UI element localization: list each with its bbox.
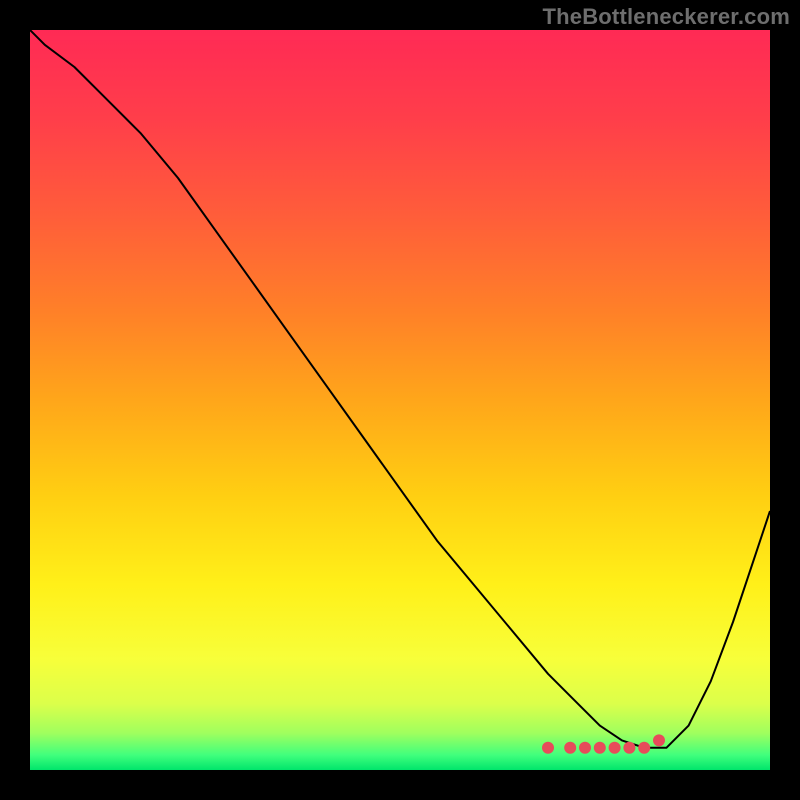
optimal-marker [623,742,635,754]
watermark-text: TheBottleneckerer.com [542,4,790,30]
optimal-marker [564,742,576,754]
optimal-marker [653,734,665,746]
optimal-marker [542,742,554,754]
bottleneck-chart [30,30,770,770]
optimal-marker [609,742,621,754]
heat-gradient-background [30,30,770,770]
optimal-marker [638,742,650,754]
optimal-marker [594,742,606,754]
optimal-marker [579,742,591,754]
chart-container: TheBottleneckerer.com [0,0,800,800]
